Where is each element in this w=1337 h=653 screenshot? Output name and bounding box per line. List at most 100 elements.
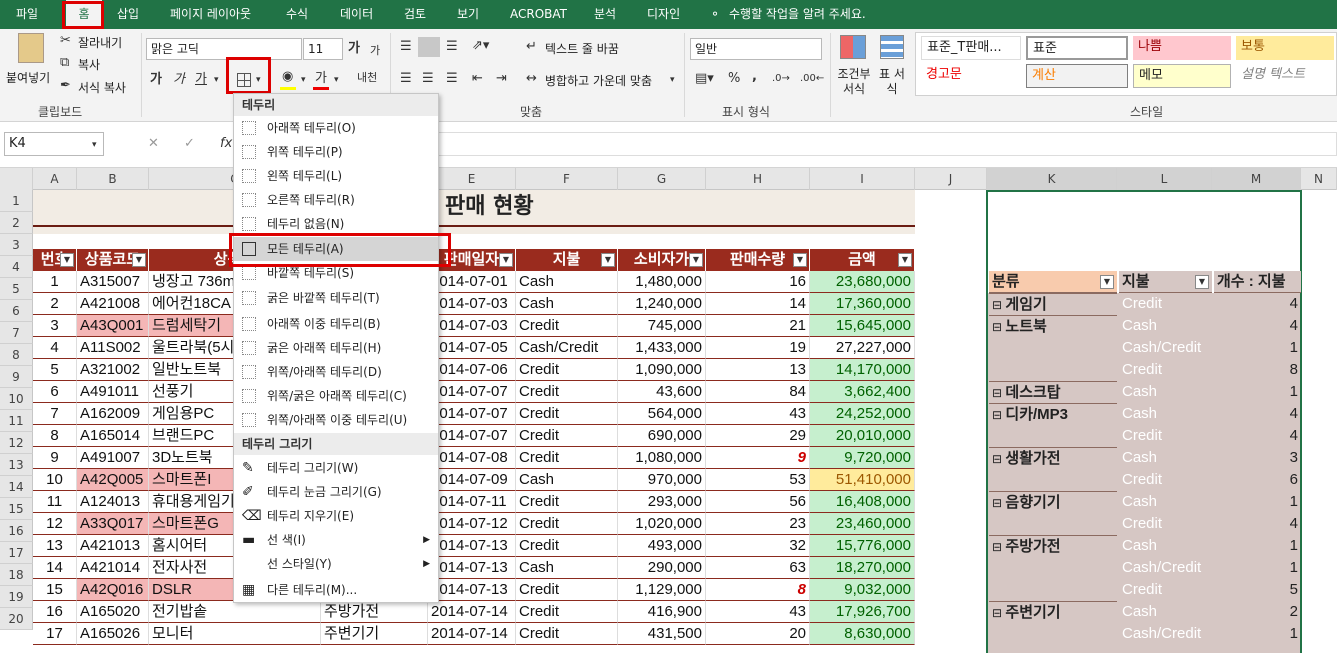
- col-header-f[interactable]: F: [516, 168, 618, 190]
- tab-insert[interactable]: 삽입: [117, 0, 139, 29]
- table-cell[interactable]: 2014-07-07: [428, 381, 516, 403]
- row-header[interactable]: 13: [0, 454, 33, 476]
- pivot-cell[interactable]: Cash: [1119, 601, 1212, 623]
- menu-item-border[interactable]: 오른쪽 테두리(R): [234, 188, 438, 212]
- table-cell[interactable]: 2014-07-07: [428, 425, 516, 447]
- col-header-k[interactable]: K: [987, 168, 1117, 190]
- pivot-cell[interactable]: Cash: [1119, 535, 1212, 557]
- table-cell[interactable]: 주변기기: [321, 623, 428, 645]
- font-size-select[interactable]: 11: [303, 38, 343, 60]
- menu-item-border[interactable]: 왼쪽 테두리(L): [234, 164, 438, 188]
- col-header-e[interactable]: E: [428, 168, 516, 190]
- underline-button[interactable]: 가: [195, 72, 207, 88]
- table-cell[interactable]: 1,020,000: [618, 513, 706, 535]
- table-cell[interactable]: 16: [706, 271, 810, 293]
- name-box-dropdown-icon[interactable]: ▾: [92, 137, 97, 153]
- menu-item-border[interactable]: 위쪽/아래쪽 이중 테두리(U): [234, 408, 438, 432]
- percent-button[interactable]: %: [728, 71, 740, 87]
- tab-data[interactable]: 데이터: [340, 0, 373, 29]
- merge-center-button[interactable]: 병합하고 가운데 맞춤: [545, 72, 652, 89]
- table-cell[interactable]: A124013: [77, 491, 149, 513]
- menu-item-draw[interactable]: ▦ 다른 테두리(M)...: [234, 578, 438, 602]
- menu-item-draw[interactable]: ▬ 선 색(I) ▶: [234, 528, 438, 552]
- pivot-cell[interactable]: 1: [1214, 381, 1301, 403]
- pivot-header-cell[interactable]: 분류: [989, 271, 1117, 293]
- table-cell[interactable]: 모니터: [149, 623, 321, 645]
- filter-dropdown-icon[interactable]: ▼: [60, 253, 74, 267]
- table-cell[interactable]: 3: [33, 315, 77, 337]
- pivot-cell[interactable]: ⊟ 음향기기: [989, 491, 1117, 513]
- pivot-cell[interactable]: Cash: [1119, 381, 1212, 403]
- row-header[interactable]: 19: [0, 586, 33, 608]
- table-cell[interactable]: Credit: [516, 535, 618, 557]
- tab-analyze[interactable]: 분석: [594, 0, 616, 29]
- col-header-h[interactable]: H: [706, 168, 810, 190]
- table-cell[interactable]: A162009: [77, 403, 149, 425]
- table-cell[interactable]: 2014-07-03: [428, 315, 516, 337]
- table-cell[interactable]: 2014-07-14: [428, 601, 516, 623]
- style-cell-calculation[interactable]: 계산: [1026, 64, 1128, 88]
- table-cell[interactable]: 2014-07-01: [428, 271, 516, 293]
- collapse-icon[interactable]: ⊟: [992, 540, 1005, 554]
- pivot-cell[interactable]: 2: [1214, 601, 1301, 623]
- table-cell[interactable]: A11S002: [77, 337, 149, 359]
- table-cell[interactable]: 15,645,000: [810, 315, 915, 337]
- menu-item-border[interactable]: 위쪽/굵은 아래쪽 테두리(C): [234, 384, 438, 408]
- table-cell[interactable]: A165020: [77, 601, 149, 623]
- pivot-cell[interactable]: [989, 623, 1117, 645]
- menu-item-border[interactable]: 위쪽 테두리(P): [234, 140, 438, 164]
- increase-indent-icon[interactable]: ⇥: [496, 71, 507, 87]
- table-cell[interactable]: 23: [706, 513, 810, 535]
- pivot-cell[interactable]: Cash/Credit: [1119, 337, 1212, 359]
- table-cell[interactable]: 14: [706, 293, 810, 315]
- align-middle-icon[interactable]: [418, 37, 440, 57]
- table-cell[interactable]: 1,080,000: [618, 447, 706, 469]
- table-cell[interactable]: 9,032,000: [810, 579, 915, 601]
- table-cell[interactable]: A491007: [77, 447, 149, 469]
- row-header[interactable]: 2: [0, 212, 33, 234]
- pivot-cell[interactable]: Credit: [1119, 469, 1212, 491]
- pivot-cell[interactable]: [989, 337, 1117, 359]
- pivot-cell[interactable]: Credit: [1119, 293, 1212, 315]
- table-cell[interactable]: 24,252,000: [810, 403, 915, 425]
- collapse-icon[interactable]: ⊟: [992, 320, 1005, 334]
- row-header[interactable]: 4: [0, 256, 33, 278]
- row-header[interactable]: 8: [0, 344, 33, 366]
- filter-dropdown-icon[interactable]: ▼: [689, 253, 703, 267]
- table-cell[interactable]: A421013: [77, 535, 149, 557]
- col-header-l[interactable]: L: [1117, 168, 1212, 190]
- table-cell[interactable]: A42Q005: [77, 469, 149, 491]
- table-cell[interactable]: 1,240,000: [618, 293, 706, 315]
- table-cell[interactable]: Cash: [516, 271, 618, 293]
- pivot-cell[interactable]: ⊟ 주변기기: [989, 601, 1117, 623]
- table-cell[interactable]: 2014-07-06: [428, 359, 516, 381]
- table-format-button[interactable]: 표 서식: [875, 67, 909, 97]
- enter-icon[interactable]: ✓: [184, 136, 195, 152]
- wrap-text-button[interactable]: 텍스트 줄 바꿈: [545, 40, 619, 57]
- table-cell[interactable]: 1,433,000: [618, 337, 706, 359]
- table-cell[interactable]: A42Q016: [77, 579, 149, 601]
- table-cell[interactable]: 53: [706, 469, 810, 491]
- table-cell[interactable]: 12: [33, 513, 77, 535]
- pivot-cell[interactable]: 4: [1214, 513, 1301, 535]
- table-cell[interactable]: 19: [706, 337, 810, 359]
- number-format-select[interactable]: 일반: [690, 38, 822, 60]
- collapse-icon[interactable]: ⊟: [992, 408, 1005, 422]
- comma-button[interactable]: ,: [752, 69, 757, 85]
- table-cell[interactable]: 23,460,000: [810, 513, 915, 535]
- table-cell[interactable]: 2014-07-03: [428, 293, 516, 315]
- collapse-icon[interactable]: ⊟: [992, 606, 1005, 620]
- menu-item-border[interactable]: 아래쪽 이중 테두리(B): [234, 312, 438, 336]
- pivot-cell[interactable]: 3: [1214, 447, 1301, 469]
- table-cell[interactable]: 6: [33, 381, 77, 403]
- table-cell[interactable]: 23,680,000: [810, 271, 915, 293]
- pivot-cell[interactable]: 1: [1214, 535, 1301, 557]
- col-header-i[interactable]: I: [810, 168, 915, 190]
- tab-file[interactable]: 파일: [16, 0, 38, 29]
- style-cell-normal[interactable]: 표준: [1026, 36, 1128, 60]
- filter-dropdown-icon[interactable]: ▼: [601, 253, 615, 267]
- table-cell[interactable]: 5: [33, 359, 77, 381]
- pivot-cell[interactable]: Cash/Credit: [1119, 623, 1212, 645]
- table-cell[interactable]: 13: [706, 359, 810, 381]
- pivot-cell[interactable]: Credit: [1119, 425, 1212, 447]
